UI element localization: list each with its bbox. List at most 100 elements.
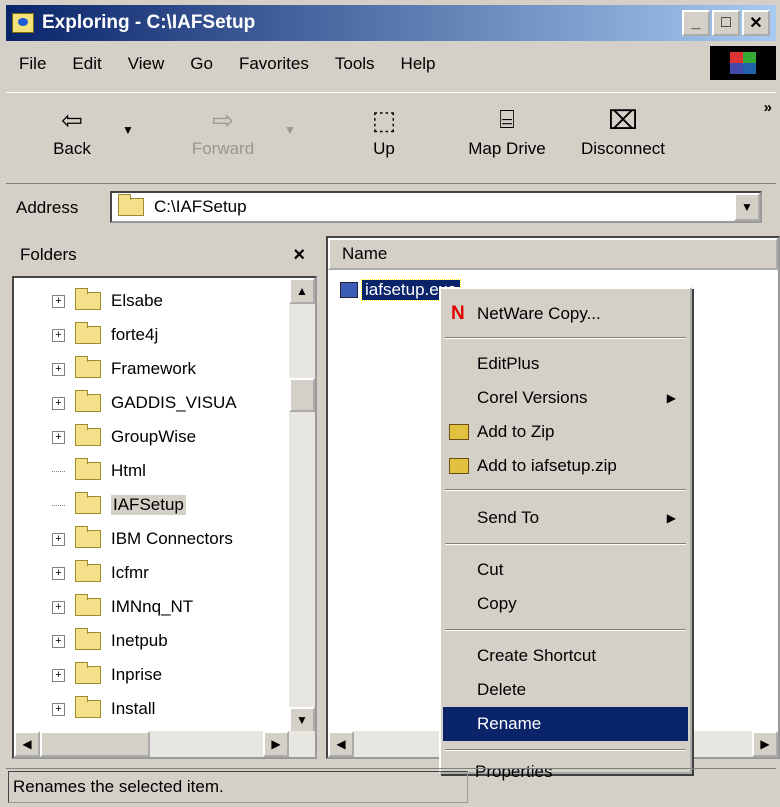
scroll-thumb[interactable]: [289, 378, 315, 412]
folder-tree[interactable]: + Elsabe + forte4j + Framework + GADDIS_VISU…: [12, 276, 317, 759]
folder-icon: [75, 390, 101, 412]
minimize-button[interactable]: _: [682, 10, 710, 36]
menu-go[interactable]: Go: [177, 54, 226, 74]
tree-item-groupwise[interactable]: + GroupWise: [52, 420, 196, 454]
menu-favorites[interactable]: Favorites: [226, 54, 322, 74]
title-bar: Exploring - C:\IAFSetup _ □ ✕: [6, 5, 776, 41]
back-label: Back: [53, 139, 91, 158]
address-value: C:\IAFSetup: [154, 197, 247, 216]
folders-horizontal-scrollbar[interactable]: ◀ ▶: [14, 731, 315, 757]
disconnect-label: Disconnect: [580, 139, 666, 158]
menu-item-editplus[interactable]: EditPlus: [443, 347, 688, 381]
tree-item-html[interactable]: Html: [52, 454, 146, 488]
menu-item-corel-versions[interactable]: Corel Versions ▶: [443, 381, 688, 415]
tree-item-inetpub[interactable]: + Inetpub: [52, 624, 168, 658]
menu-label: Rename: [477, 714, 542, 733]
menu-item-add-to-iafsetup-zip[interactable]: Add to iafsetup.zip: [443, 449, 688, 483]
close-button[interactable]: ✕: [742, 10, 770, 36]
folders-close-icon[interactable]: ×: [293, 244, 305, 267]
menu-item-cut[interactable]: Cut: [443, 553, 688, 587]
scroll-left-icon[interactable]: ◀: [14, 731, 40, 757]
back-arrow-icon: ⇦: [61, 104, 83, 135]
tree-item-forte4j[interactable]: + forte4j: [52, 318, 158, 352]
folders-title: Folders: [20, 245, 77, 264]
address-field[interactable]: C:\IAFSetup ▼: [110, 191, 762, 223]
map-drive-icon: ⌸: [499, 104, 515, 134]
expand-icon[interactable]: +: [52, 668, 65, 682]
scroll-up-icon[interactable]: ▲: [289, 278, 315, 304]
menu-label: EditPlus: [477, 354, 540, 373]
scroll-left-icon[interactable]: ◀: [328, 731, 354, 757]
expand-icon[interactable]: +: [52, 532, 65, 546]
scroll-right-icon[interactable]: ▶: [263, 731, 289, 757]
explorer-window: Exploring - C:\IAFSetup _ □ ✕ File Edit …: [0, 0, 780, 807]
menu-item-add-to-zip[interactable]: Add to Zip: [443, 415, 688, 449]
disconnect-button[interactable]: ⌧ Disconnect: [566, 101, 680, 159]
tree-item-elsabe[interactable]: + Elsabe: [52, 284, 163, 318]
menu-help[interactable]: Help: [388, 54, 449, 74]
menu-item-netware-copy[interactable]: N NetWare Copy...: [443, 297, 688, 331]
folder-icon: [75, 662, 101, 684]
tree-item-framework[interactable]: + Framework: [52, 352, 196, 386]
menu-item-delete[interactable]: Delete: [443, 673, 688, 707]
tree-item-install[interactable]: + Install: [52, 692, 155, 726]
tree-label: Inetpub: [111, 631, 168, 650]
folder-icon: [75, 356, 101, 378]
menu-item-create-shortcut[interactable]: Create Shortcut: [443, 639, 688, 673]
tree-label: IAFSetup: [111, 495, 186, 515]
folder-icon: [75, 526, 101, 548]
folder-icon: [118, 194, 144, 216]
expand-icon[interactable]: +: [52, 328, 65, 342]
map-drive-button[interactable]: ⌸ Map Drive: [452, 101, 562, 159]
toolbar: ⇦ Back ▼ ⇨ Forward ▼ ⬚ Up ⌸ Map Drive ⌧ …: [6, 92, 776, 184]
tree-item-ibm-connectors[interactable]: + IBM Connectors: [52, 522, 233, 556]
back-dropdown[interactable]: ▼: [122, 123, 134, 137]
menu-edit[interactable]: Edit: [59, 54, 114, 74]
folder-icon: [75, 628, 101, 650]
expand-icon[interactable]: +: [52, 600, 65, 614]
forward-dropdown[interactable]: ▼: [284, 123, 296, 137]
expand-icon[interactable]: +: [52, 702, 65, 716]
expand-icon[interactable]: +: [52, 362, 65, 376]
folder-icon: [75, 424, 101, 446]
folder-icon: [75, 322, 101, 344]
menu-item-copy[interactable]: Copy: [443, 587, 688, 621]
expand-icon[interactable]: +: [52, 634, 65, 648]
toolbar-more-chevron-icon[interactable]: »: [764, 99, 772, 116]
folder-icon: [75, 594, 101, 616]
scroll-right-icon[interactable]: ▶: [752, 731, 778, 757]
tree-item-icfmr[interactable]: + Icfmr: [52, 556, 149, 590]
menu-tools[interactable]: Tools: [322, 54, 388, 74]
menu-item-send-to[interactable]: Send To ▶: [443, 501, 688, 535]
tree-label: Inprise: [111, 665, 163, 684]
folders-vertical-scrollbar[interactable]: ▲ ▼: [289, 278, 315, 733]
expand-icon[interactable]: +: [52, 294, 65, 308]
tree-item-inprise[interactable]: + Inprise: [52, 658, 162, 692]
column-header-name[interactable]: Name: [328, 238, 778, 270]
expand-icon[interactable]: +: [52, 566, 65, 580]
expand-icon[interactable]: +: [52, 430, 65, 444]
scroll-down-icon[interactable]: ▼: [289, 707, 315, 733]
menu-file[interactable]: File: [6, 54, 59, 74]
status-text: Renames the selected item.: [8, 770, 468, 803]
address-bar: Address C:\IAFSetup ▼: [6, 188, 776, 228]
back-button[interactable]: ⇦ Back: [42, 101, 102, 159]
hscroll-thumb[interactable]: [40, 731, 150, 757]
menu-item-rename[interactable]: Rename: [443, 707, 688, 741]
up-label: Up: [373, 139, 395, 158]
menu-label: Delete: [477, 680, 527, 699]
tree-item-imnnq[interactable]: + IMNnq_NT: [52, 590, 193, 624]
menu-label: Corel Versions: [477, 388, 588, 407]
address-dropdown-icon[interactable]: ▼: [734, 193, 760, 221]
tree-item-gaddis[interactable]: + GADDIS_VISUA: [52, 386, 237, 420]
expand-icon[interactable]: +: [52, 396, 65, 410]
windows-logo: [710, 46, 776, 80]
up-button[interactable]: ⬚ Up: [354, 101, 414, 159]
tree-label: Elsabe: [111, 291, 163, 310]
maximize-button[interactable]: □: [712, 10, 740, 36]
status-bar: Renames the selected item.: [6, 768, 776, 804]
tree-label: Html: [111, 461, 146, 480]
tree-item-iafsetup[interactable]: IAFSetup: [52, 488, 186, 522]
menu-view[interactable]: View: [115, 54, 178, 74]
forward-button[interactable]: ⇨ Forward: [178, 101, 268, 159]
